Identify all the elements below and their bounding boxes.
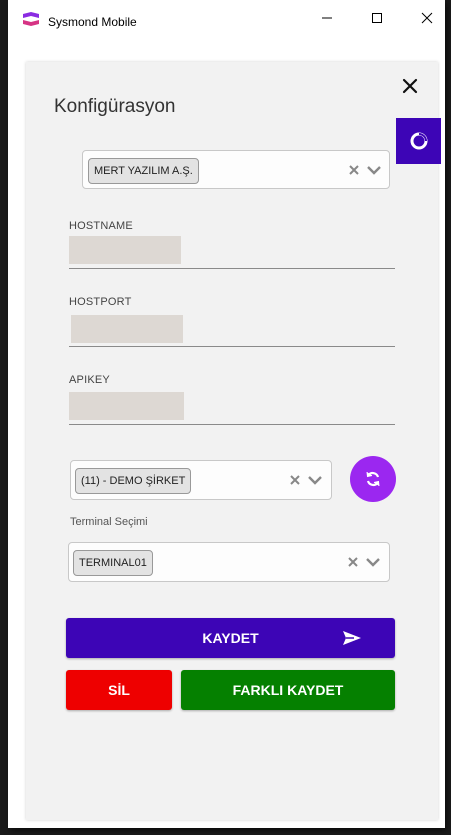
loading-ring-icon	[410, 132, 427, 150]
send-arrow-icon	[343, 631, 361, 645]
window-close-button[interactable]	[404, 0, 450, 36]
delete-button[interactable]: SİL	[66, 670, 172, 710]
close-icon	[421, 12, 433, 24]
hostname-label: HOSTNAME	[69, 220, 133, 232]
apikey-label: APIKEY	[69, 374, 110, 386]
delete-button-label: SİL	[108, 682, 130, 698]
refresh-firms-button[interactable]	[350, 456, 396, 502]
terminal-select[interactable]: TERMINAL01	[68, 542, 390, 582]
apikey-input[interactable]	[69, 392, 184, 420]
hostport-label: HOSTPORT	[69, 296, 132, 308]
chevron-down-icon[interactable]	[307, 474, 323, 486]
terminal-label: Terminal Seçimi	[70, 516, 148, 528]
save-button-label: KAYDET	[202, 630, 259, 646]
hostname-input[interactable]	[69, 236, 181, 264]
minimize-icon	[322, 17, 332, 19]
minimize-button[interactable]	[304, 0, 350, 36]
save-as-button[interactable]: FARKLI KAYDET	[181, 670, 395, 710]
apikey-underline	[69, 424, 395, 425]
side-action-button[interactable]	[396, 118, 441, 164]
company-chip: MERT YAZILIM A.Ş.	[88, 158, 199, 184]
clear-x-icon[interactable]	[348, 164, 360, 176]
close-x-icon[interactable]	[400, 76, 420, 96]
hostport-underline	[69, 346, 395, 347]
chevron-down-icon[interactable]	[366, 164, 382, 176]
maximize-icon	[372, 13, 382, 23]
clear-x-icon[interactable]	[289, 474, 301, 486]
maximize-button[interactable]	[354, 0, 400, 36]
clear-x-icon[interactable]	[347, 556, 359, 568]
chevron-down-icon[interactable]	[365, 556, 381, 568]
firm-chip: (11) - DEMO ŞİRKET	[75, 468, 192, 494]
page-title: Konfigürasyon	[54, 96, 176, 117]
refresh-sync-icon	[366, 471, 380, 487]
hostname-underline	[69, 268, 395, 269]
save-as-button-label: FARKLI KAYDET	[232, 682, 344, 698]
firm-select[interactable]: (11) - DEMO ŞİRKET	[70, 460, 332, 500]
hostport-input[interactable]	[71, 315, 183, 343]
window-title: Sysmond Mobile	[48, 15, 137, 29]
company-select[interactable]: MERT YAZILIM A.Ş.	[82, 150, 390, 189]
title-bar[interactable]: Sysmond Mobile	[8, 0, 445, 36]
sysmond-logo-icon	[23, 12, 39, 26]
terminal-chip: TERMINAL01	[73, 550, 153, 576]
